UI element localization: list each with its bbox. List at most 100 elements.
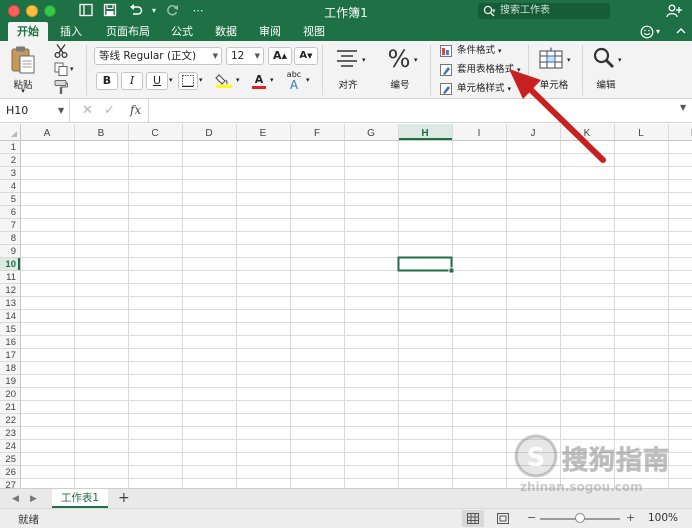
row-header-21[interactable]: 21 bbox=[5, 402, 16, 413]
row-header-12[interactable]: 12 bbox=[5, 285, 16, 296]
editing-button[interactable] bbox=[590, 46, 618, 74]
row-header-19[interactable]: 19 bbox=[5, 376, 16, 387]
phonetic-button[interactable]: abc A bbox=[282, 70, 306, 91]
cut-icon[interactable] bbox=[52, 43, 70, 59]
undo-icon[interactable] bbox=[128, 3, 144, 19]
tab-data[interactable]: 数据 bbox=[208, 22, 244, 41]
undo-dropdown-icon[interactable]: ▾ bbox=[146, 3, 162, 19]
column-header-l[interactable]: L bbox=[638, 128, 644, 139]
phonetic-dropdown-icon[interactable]: ▾ bbox=[306, 76, 310, 84]
zoom-slider-thumb[interactable] bbox=[575, 513, 585, 523]
search-sheet-input[interactable]: ▾ 搜索工作表 bbox=[478, 3, 610, 19]
column-header-h[interactable]: H bbox=[421, 128, 428, 139]
insert-function-button[interactable]: fx bbox=[130, 102, 141, 119]
column-header-i[interactable]: I bbox=[478, 128, 481, 139]
tab-home[interactable]: 开始 bbox=[8, 22, 48, 41]
borders-button[interactable] bbox=[178, 72, 198, 90]
share-user-icon[interactable] bbox=[666, 3, 682, 19]
row-header-26[interactable]: 26 bbox=[5, 467, 16, 478]
customize-toolbar-icon[interactable]: ⋯ bbox=[190, 3, 206, 19]
copy-icon[interactable] bbox=[52, 61, 70, 77]
column-header-j[interactable]: J bbox=[531, 128, 536, 139]
row-header-6[interactable]: 6 bbox=[11, 207, 16, 218]
borders-dropdown-icon[interactable]: ▾ bbox=[199, 76, 203, 84]
tab-review[interactable]: 审阅 bbox=[252, 22, 288, 41]
font-size-select[interactable]: 12 ▼ bbox=[226, 47, 264, 65]
row-header-23[interactable]: 23 bbox=[5, 428, 16, 439]
row-header-11[interactable]: 11 bbox=[6, 272, 16, 283]
fill-handle[interactable] bbox=[448, 267, 455, 274]
grow-font-button[interactable]: A▲ bbox=[268, 47, 292, 65]
collapse-ribbon-icon[interactable] bbox=[676, 23, 686, 41]
column-header-b[interactable]: B bbox=[98, 128, 105, 139]
formula-input[interactable] bbox=[152, 101, 672, 120]
page-layout-view-button[interactable] bbox=[492, 510, 514, 527]
column-header-k[interactable]: K bbox=[584, 128, 591, 139]
format-painter-icon[interactable] bbox=[52, 79, 70, 95]
column-header-d[interactable]: D bbox=[205, 128, 212, 139]
copy-dropdown-icon[interactable]: ▾ bbox=[70, 65, 74, 73]
font-color-dropdown-icon[interactable]: ▾ bbox=[270, 76, 274, 84]
row-header-20[interactable]: 20 bbox=[5, 389, 16, 400]
row-header-1[interactable]: 1 bbox=[11, 142, 16, 153]
zoom-in-button[interactable]: + bbox=[626, 511, 635, 524]
number-dropdown-icon[interactable]: ▾ bbox=[414, 56, 418, 64]
row-header-17[interactable]: 17 bbox=[5, 350, 16, 361]
row-header-24[interactable]: 24 bbox=[5, 441, 16, 452]
active-cell-h10[interactable] bbox=[397, 256, 453, 272]
row-header-16[interactable]: 16 bbox=[5, 337, 16, 348]
prev-sheet-icon[interactable]: ◀ bbox=[12, 491, 19, 507]
close-window-button[interactable] bbox=[8, 5, 20, 17]
tab-insert[interactable]: 插入 bbox=[52, 22, 90, 41]
row-header-9[interactable]: 9 bbox=[11, 246, 16, 257]
editing-dropdown-icon[interactable]: ▾ bbox=[618, 56, 622, 64]
cells-dropdown-icon[interactable]: ▾ bbox=[567, 56, 571, 64]
expand-formula-icon[interactable]: ▼ bbox=[680, 103, 686, 112]
alignment-dropdown-icon[interactable]: ▾ bbox=[362, 56, 366, 64]
tab-view[interactable]: 视图 bbox=[296, 22, 332, 41]
row-header-3[interactable]: 3 bbox=[11, 168, 16, 179]
column-header-f[interactable]: F bbox=[314, 128, 320, 139]
font-color-button[interactable]: A bbox=[248, 72, 270, 90]
column-header-e[interactable]: E bbox=[260, 128, 267, 139]
name-box[interactable]: H10 ▼ bbox=[0, 99, 70, 122]
row-header-10[interactable]: 10 bbox=[5, 259, 16, 270]
enter-formula-icon[interactable]: ✓ bbox=[104, 102, 115, 119]
row-header-8[interactable]: 8 bbox=[11, 233, 16, 244]
column-header-a[interactable]: A bbox=[44, 128, 51, 139]
conditional-formatting-button[interactable]: 条件格式 ▾ bbox=[440, 43, 502, 59]
alignment-button[interactable] bbox=[332, 47, 362, 75]
column-header-g[interactable]: G bbox=[367, 128, 375, 139]
zoom-out-button[interactable]: − bbox=[527, 511, 536, 524]
row-header-18[interactable]: 18 bbox=[5, 363, 16, 374]
cell-styles-button[interactable]: 单元格样式 ▾ bbox=[440, 81, 511, 97]
italic-button[interactable]: I bbox=[121, 72, 143, 90]
row-header-15[interactable]: 15 bbox=[5, 324, 16, 335]
fill-color-button[interactable] bbox=[212, 72, 236, 90]
save-icon[interactable] bbox=[102, 3, 118, 19]
smiley-dropdown-icon[interactable]: ▾ bbox=[656, 23, 660, 40]
row-header-13[interactable]: 13 bbox=[5, 298, 16, 309]
column-header-c[interactable]: C bbox=[151, 128, 158, 139]
number-format-button[interactable]: % bbox=[384, 43, 414, 75]
cells-button[interactable] bbox=[538, 47, 566, 73]
tab-page-layout[interactable]: 页面布局 bbox=[100, 22, 156, 41]
paste-button[interactable] bbox=[8, 45, 38, 77]
format-as-table-button[interactable]: 套用表格格式 ▾ bbox=[440, 62, 521, 78]
redo-icon[interactable] bbox=[164, 3, 180, 19]
fill-color-dropdown-icon[interactable]: ▾ bbox=[236, 76, 240, 84]
tab-formulas[interactable]: 公式 bbox=[164, 22, 200, 41]
underline-button[interactable]: U bbox=[146, 72, 168, 90]
underline-dropdown-icon[interactable]: ▾ bbox=[169, 76, 173, 84]
normal-view-button[interactable] bbox=[462, 510, 484, 527]
bold-button[interactable]: B bbox=[96, 72, 118, 90]
minimize-window-button[interactable] bbox=[26, 5, 38, 17]
sheet-tab-1[interactable]: 工作表1 bbox=[52, 489, 108, 508]
add-sheet-button[interactable]: + bbox=[118, 490, 130, 507]
maximize-window-button[interactable] bbox=[44, 5, 56, 17]
row-header-2[interactable]: 2 bbox=[11, 155, 16, 166]
sidebar-toggle-icon[interactable] bbox=[78, 3, 94, 19]
row-header-25[interactable]: 25 bbox=[5, 454, 16, 465]
font-name-select[interactable]: 等线 Regular (正文) ▼ bbox=[94, 47, 222, 65]
row-header-5[interactable]: 5 bbox=[11, 194, 16, 205]
